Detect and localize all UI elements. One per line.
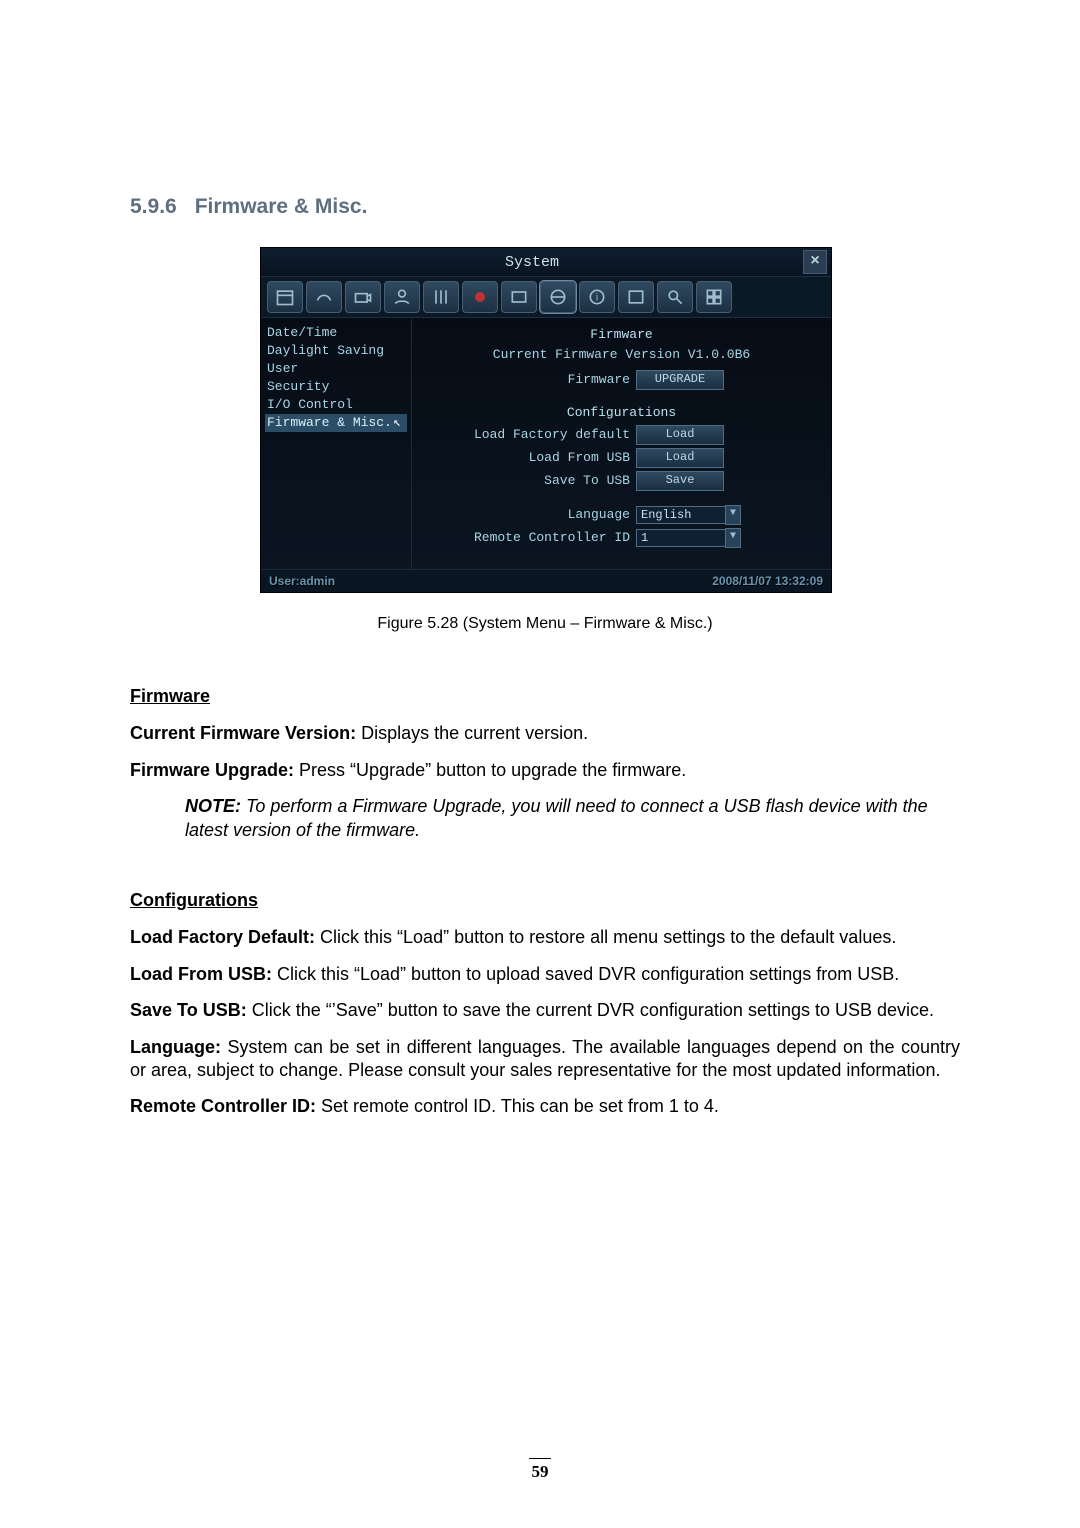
nav-io-control[interactable]: I/O Control bbox=[265, 396, 407, 414]
load-factory-default-button[interactable]: Load bbox=[636, 425, 724, 445]
remote-controller-id-select[interactable]: 1 bbox=[636, 529, 726, 547]
load-from-usb-text: Click this “Load” button to upload saved… bbox=[272, 964, 899, 984]
nav-security[interactable]: Security bbox=[265, 378, 407, 396]
settings-panel: Firmware Current Firmware Version V1.0.0… bbox=[412, 318, 831, 569]
paint-icon[interactable] bbox=[306, 281, 342, 313]
language-text: System can be set in different languages… bbox=[130, 1037, 960, 1080]
load-factory-default-label: Load Factory default bbox=[420, 426, 636, 444]
load-factory-default-lead: Load Factory Default: bbox=[130, 927, 315, 947]
remote-controller-id-text: Set remote control ID. This can be set f… bbox=[316, 1096, 719, 1116]
language-label: Language bbox=[420, 506, 636, 524]
dvr-screenshot: System × i Date/Time Dayli bbox=[260, 247, 830, 593]
current-firmware-version-text: Displays the current version. bbox=[356, 723, 588, 743]
upgrade-button[interactable]: UPGRADE bbox=[636, 370, 724, 390]
user-icon[interactable] bbox=[384, 281, 420, 313]
language-lead: Language: bbox=[130, 1037, 221, 1057]
language-select[interactable]: English bbox=[636, 506, 726, 524]
load-factory-default-text: Click this “Load” button to restore all … bbox=[315, 927, 896, 947]
current-firmware-version: Current Firmware Version V1.0.0B6 bbox=[420, 346, 823, 364]
window-title: System bbox=[261, 255, 803, 270]
status-user: User:admin bbox=[269, 575, 335, 587]
firmware-upgrade-lead: Firmware Upgrade: bbox=[130, 760, 294, 780]
schedule-icon[interactable] bbox=[618, 281, 654, 313]
toolbar: i bbox=[261, 276, 831, 318]
save-to-usb-lead: Save To USB: bbox=[130, 1000, 247, 1020]
page-number: 59 bbox=[0, 1463, 1080, 1480]
section-heading: 5.9.6 Firmware & Misc. bbox=[130, 195, 960, 219]
language-paragraph: Language: System can be set in different… bbox=[130, 1036, 960, 1083]
search-icon[interactable] bbox=[657, 281, 693, 313]
nav-user[interactable]: User bbox=[265, 360, 407, 378]
remote-controller-id-label: Remote Controller ID bbox=[420, 529, 636, 547]
grid-icon[interactable] bbox=[696, 281, 732, 313]
save-to-usb-text: Click the “’Save” button to save the cur… bbox=[247, 1000, 934, 1020]
chevron-down-icon[interactable]: ▼ bbox=[725, 505, 741, 525]
load-from-usb-paragraph: Load From USB: Click this “Load” button … bbox=[130, 963, 960, 986]
firmware-upgrade-paragraph: Firmware Upgrade: Press “Upgrade” button… bbox=[130, 759, 960, 782]
footer-rule bbox=[529, 1458, 551, 1459]
nav-firmware-misc-label: Firmware & Misc. bbox=[267, 414, 392, 432]
alarm-icon[interactable] bbox=[501, 281, 537, 313]
record-icon[interactable] bbox=[462, 281, 498, 313]
note-paragraph: NOTE: To perform a Firmware Upgrade, you… bbox=[130, 795, 960, 842]
section-number: 5.9.6 bbox=[130, 195, 177, 218]
firmware-upgrade-text: Press “Upgrade” button to upgrade the fi… bbox=[294, 760, 686, 780]
chevron-down-icon[interactable]: ▼ bbox=[725, 528, 741, 548]
cursor-icon: ↖ bbox=[393, 414, 405, 432]
remote-controller-id-paragraph: Remote Controller ID: Set remote control… bbox=[130, 1095, 960, 1118]
remote-controller-id-lead: Remote Controller ID: bbox=[130, 1096, 316, 1116]
svg-text:i: i bbox=[596, 292, 598, 303]
camera-icon[interactable] bbox=[345, 281, 381, 313]
current-firmware-version-lead: Current Firmware Version: bbox=[130, 723, 356, 743]
figure-caption: Figure 5.28 (System Menu – Firmware & Mi… bbox=[130, 615, 960, 633]
section-title: Firmware & Misc. bbox=[195, 195, 368, 218]
firmware-label: Firmware bbox=[420, 371, 636, 389]
note-lead: NOTE: bbox=[185, 796, 241, 816]
configurations-heading: Configurations bbox=[130, 889, 960, 912]
sliders-icon[interactable] bbox=[423, 281, 459, 313]
load-factory-default-paragraph: Load Factory Default: Click this “Load” … bbox=[130, 926, 960, 949]
close-button[interactable]: × bbox=[803, 250, 827, 274]
nav-date-time[interactable]: Date/Time bbox=[265, 324, 407, 342]
note-text: To perform a Firmware Upgrade, you will … bbox=[185, 796, 928, 839]
nav-daylight-saving[interactable]: Daylight Saving bbox=[265, 342, 407, 360]
nav-firmware-misc[interactable]: Firmware & Misc. ↖ bbox=[265, 414, 407, 432]
firmware-group-title: Firmware bbox=[420, 326, 823, 344]
info-icon[interactable]: i bbox=[579, 281, 615, 313]
load-from-usb-label: Load From USB bbox=[420, 449, 636, 467]
load-from-usb-lead: Load From USB: bbox=[130, 964, 272, 984]
configurations-group-title: Configurations bbox=[420, 404, 823, 422]
load-from-usb-button[interactable]: Load bbox=[636, 448, 724, 468]
page-footer: 59 bbox=[0, 1458, 1080, 1480]
save-to-usb-label: Save To USB bbox=[420, 472, 636, 490]
network-icon[interactable] bbox=[540, 281, 576, 313]
status-datetime: 2008/11/07 13:32:09 bbox=[712, 575, 823, 587]
side-nav: Date/Time Daylight Saving User Security … bbox=[261, 318, 412, 569]
firmware-heading: Firmware bbox=[130, 685, 960, 708]
calendar-icon[interactable] bbox=[267, 281, 303, 313]
save-to-usb-paragraph: Save To USB: Click the “’Save” button to… bbox=[130, 999, 960, 1022]
current-firmware-version-paragraph: Current Firmware Version: Displays the c… bbox=[130, 722, 960, 745]
save-to-usb-button[interactable]: Save bbox=[636, 471, 724, 491]
